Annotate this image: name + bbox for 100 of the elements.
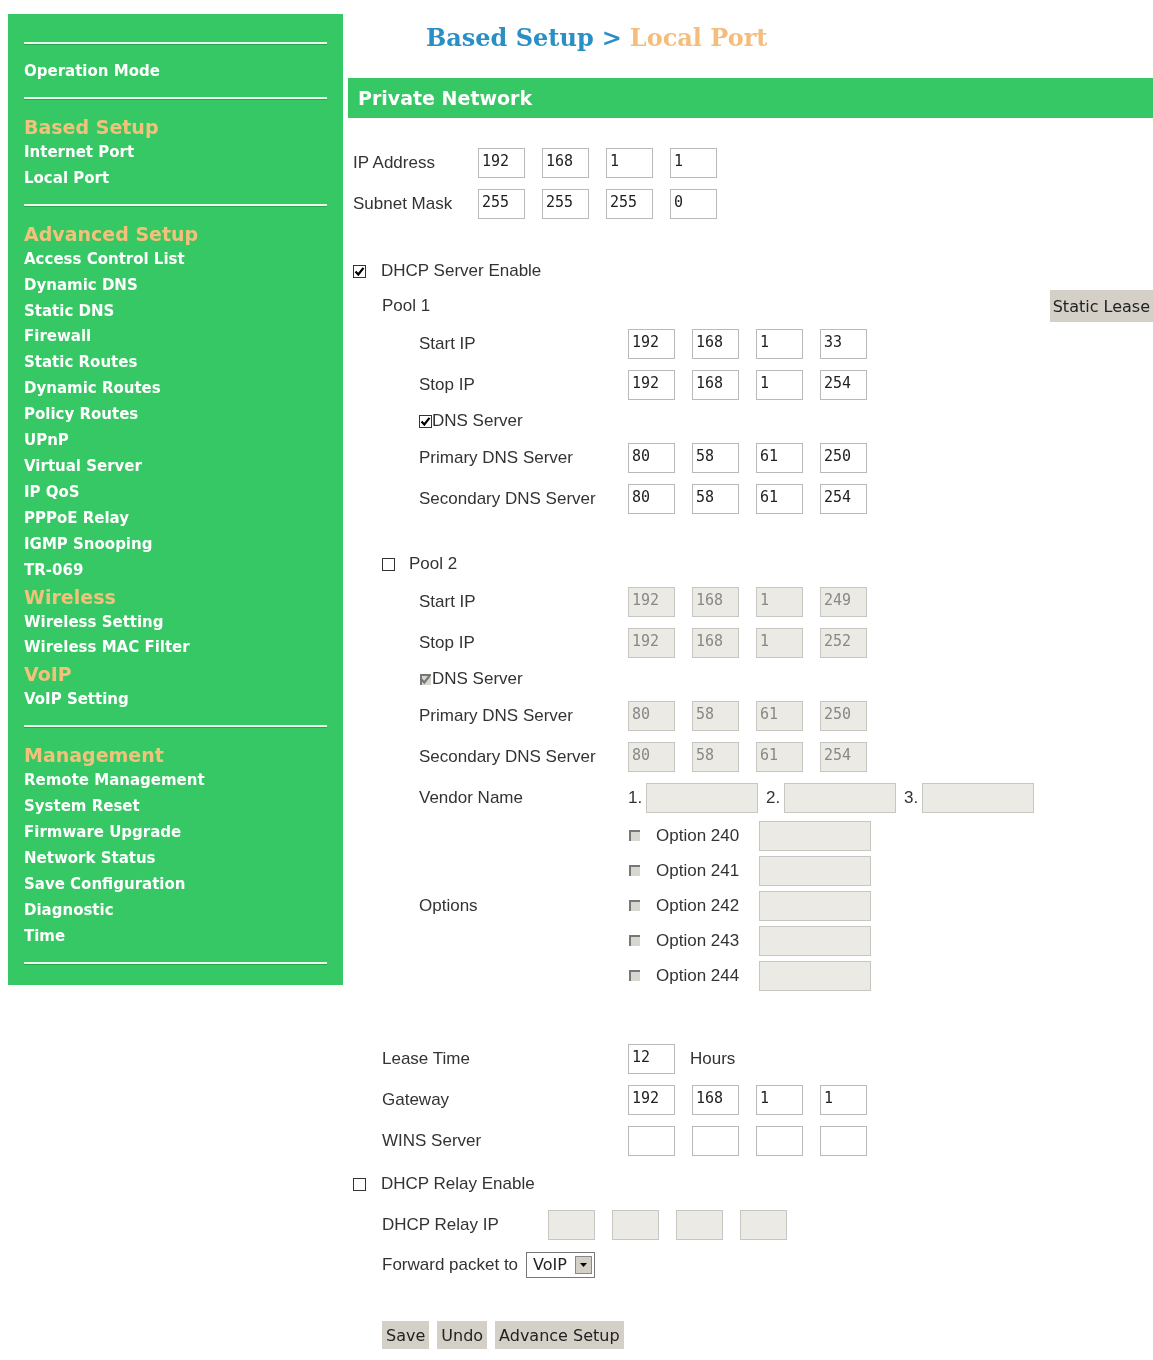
octet-field[interactable] [692, 1125, 739, 1156]
field-label: Option 241 [656, 860, 741, 881]
field-label: Primary DNS Server [419, 705, 574, 726]
menu-item[interactable]: Firewall [24, 324, 92, 351]
menu-heading: Advanced Setup [24, 221, 199, 247]
menu-item[interactable]: Static DNS [24, 298, 115, 325]
octet-field[interactable]: 168 [692, 369, 739, 400]
octet-field[interactable]: 168 [542, 147, 589, 178]
octet-field[interactable]: 168 [692, 1084, 739, 1115]
checkbox[interactable] [353, 1177, 366, 1191]
octet-field[interactable]: 192 [628, 369, 675, 400]
octet-field[interactable]: 192 [628, 328, 675, 359]
octet-field[interactable]: 0 [670, 188, 717, 219]
octet-field[interactable]: 1 [756, 328, 803, 359]
menu-item[interactable]: System Reset [24, 794, 140, 821]
octet-field[interactable]: 80 [628, 483, 675, 514]
field-label: Start IP [419, 591, 477, 612]
octet-field[interactable] [628, 1125, 675, 1156]
menu-item[interactable]: Access Control List [24, 246, 185, 273]
octet-field[interactable]: 255 [478, 188, 525, 219]
octet-field[interactable]: 168 [692, 328, 739, 359]
octet-field[interactable]: 255 [606, 188, 653, 219]
octet-field[interactable]: 1 [820, 1084, 867, 1115]
field-label: Gateway [382, 1089, 451, 1110]
field-label: DHCP Relay IP [382, 1214, 500, 1235]
octet-field[interactable]: 250 [820, 442, 867, 473]
section-title: Private Network [348, 78, 1153, 118]
checkbox[interactable] [419, 414, 432, 428]
static-lease-button[interactable]: Static Lease [1049, 290, 1153, 322]
page-title: Local Port [629, 22, 768, 52]
octet-field[interactable]: 61 [756, 483, 803, 514]
menu-item[interactable]: Virtual Server [24, 453, 142, 480]
field-label: Lease Time [382, 1048, 471, 1069]
checkbox[interactable] [353, 264, 366, 278]
menu-item[interactable]: Policy Routes [24, 402, 139, 429]
menu-item[interactable]: Operation Mode [24, 59, 160, 85]
octet-field[interactable]: 254 [820, 369, 867, 400]
field-label: Option 243 [656, 930, 741, 951]
menu-item[interactable]: Network Status [24, 845, 156, 872]
octet-field[interactable]: 1 [756, 369, 803, 400]
field-label: Option 240 [656, 825, 741, 846]
field-label: Stop IP [419, 632, 476, 653]
octet-field[interactable] [756, 1125, 803, 1156]
field-label: Vendor Name [419, 787, 524, 808]
menu-item[interactable]: IGMP Snooping [24, 531, 153, 558]
menu-item[interactable]: Static Routes [24, 350, 138, 377]
menu-item[interactable]: Save Configuration [24, 871, 186, 898]
menu-item[interactable]: IP QoS [24, 479, 80, 506]
menu-item[interactable]: Internet Port [24, 139, 135, 166]
field-label: Stop IP [419, 374, 476, 395]
menu-item[interactable]: UPnP [24, 428, 69, 454]
menu-item[interactable]: VoIP Setting [24, 687, 129, 714]
octet-field[interactable]: 33 [820, 328, 867, 359]
forward-dropdown[interactable]: VoIP [526, 1251, 595, 1278]
menu-item[interactable]: Dynamic DNS [24, 272, 138, 299]
menu-heading: Based Setup [24, 114, 159, 140]
octet-field[interactable] [820, 1125, 867, 1156]
octet-field[interactable]: 61 [756, 442, 803, 473]
menu-item[interactable]: Dynamic Routes [24, 376, 161, 403]
field-label: Option 244 [656, 965, 741, 986]
slot-number: 2. [766, 787, 782, 808]
menu-item[interactable]: Firmware Upgrade [24, 820, 182, 846]
field-label: Start IP [419, 333, 477, 354]
form-button[interactable]: Undo [437, 1321, 488, 1349]
octet-field[interactable]: 1 [606, 147, 653, 178]
breadcrumb-link[interactable]: Based Setup [426, 22, 594, 52]
menu-heading: Management [24, 743, 164, 769]
octet-field[interactable]: 1 [756, 1084, 803, 1115]
octet-field[interactable]: 255 [542, 188, 589, 219]
slot-number: 3. [904, 787, 920, 808]
octet-field[interactable]: 192 [478, 147, 525, 178]
octet-field[interactable]: 58 [692, 483, 739, 514]
octet-field[interactable]: 192 [628, 1084, 675, 1115]
field-label: IP Address [353, 152, 436, 173]
menu-item[interactable]: PPPoE Relay [24, 505, 130, 532]
field-label: DNS Server [432, 411, 523, 431]
menu-item[interactable]: Diagnostic [24, 897, 114, 924]
field-label: DHCP Relay Enable [381, 1174, 535, 1194]
octet-field[interactable]: 58 [692, 442, 739, 473]
field-label: Pool 1 [382, 296, 431, 316]
field-label: DHCP Server Enable [381, 261, 542, 281]
menu-item[interactable]: Local Port [24, 165, 110, 192]
field-label: WINS Server [382, 1130, 483, 1151]
octet-field[interactable]: 254 [820, 483, 867, 514]
field-label: Secondary DNS Server [419, 746, 597, 767]
menu-item[interactable]: Remote Management [24, 768, 205, 795]
field-label: Forward packet to [382, 1254, 519, 1275]
lease-time-field[interactable]: 12 [628, 1043, 675, 1074]
menu-item[interactable]: Wireless MAC Filter [24, 635, 190, 662]
form-button[interactable]: Save [382, 1321, 430, 1349]
menu-item[interactable]: Time [24, 923, 66, 950]
menu-item[interactable]: Wireless Setting [24, 609, 164, 636]
form-button[interactable]: Advance Setup [495, 1321, 624, 1349]
menu-item[interactable]: TR-069 [24, 557, 84, 584]
octet-field[interactable]: 80 [628, 442, 675, 473]
menu-heading: VoIP [24, 662, 72, 688]
field-label: Options [419, 895, 479, 916]
octet-field[interactable]: 1 [670, 147, 717, 178]
breadcrumb-separator: > [601, 22, 622, 52]
field-label: Primary DNS Server [419, 447, 574, 468]
